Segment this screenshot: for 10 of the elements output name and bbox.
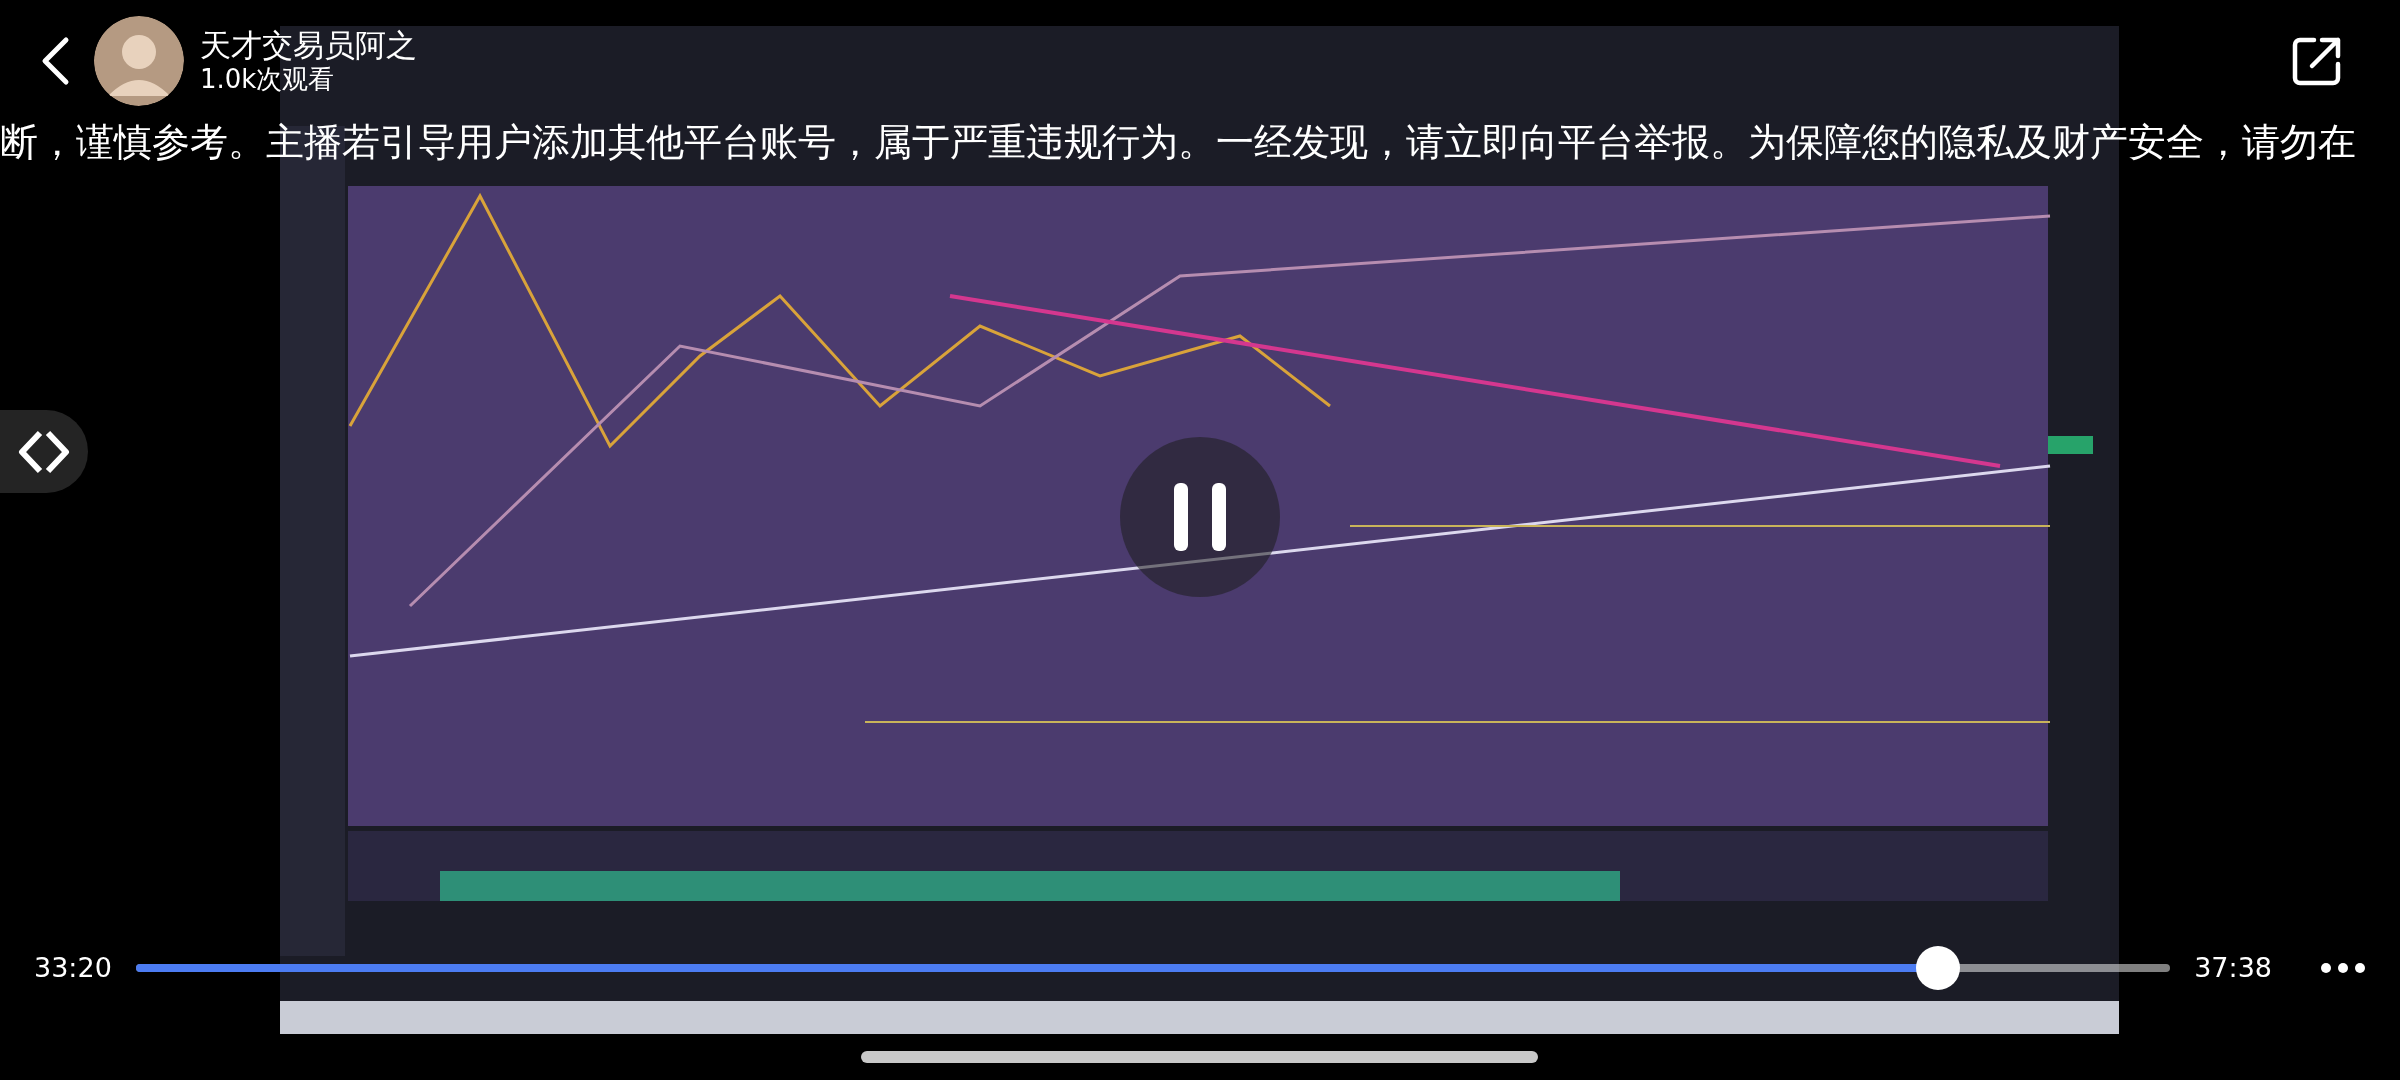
elapsed-time: 33:20	[34, 950, 112, 985]
double-chevron-icon	[18, 428, 70, 475]
avatar[interactable]	[94, 16, 184, 106]
back-icon[interactable]	[40, 36, 70, 86]
more-icon[interactable]	[2320, 962, 2366, 974]
rotate-button[interactable]	[0, 410, 88, 493]
channel-name[interactable]: 天才交易员阿之	[200, 26, 417, 64]
duration-time: 37:38	[2194, 950, 2272, 985]
scrolling-notice: 断，谨慎参考。主播若引导用户添加其他平台账号，属于严重违规行为。一经发现，请立即向平台举报。为保障您的隐私及财产安全，请勿在	[0, 119, 2356, 166]
view-count: 1.0k次观看	[200, 64, 336, 96]
